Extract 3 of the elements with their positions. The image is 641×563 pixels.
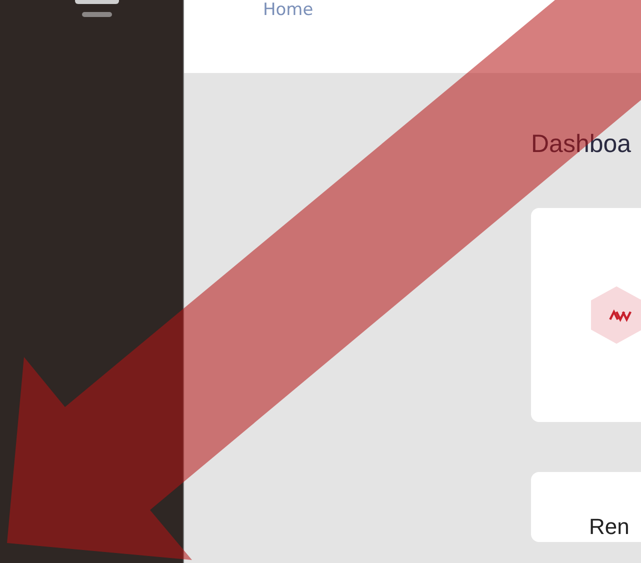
card-title: Ren [589, 514, 630, 539]
menu-icon[interactable] [75, 0, 119, 17]
breadcrumb-link[interactable]: Home [263, 0, 314, 20]
